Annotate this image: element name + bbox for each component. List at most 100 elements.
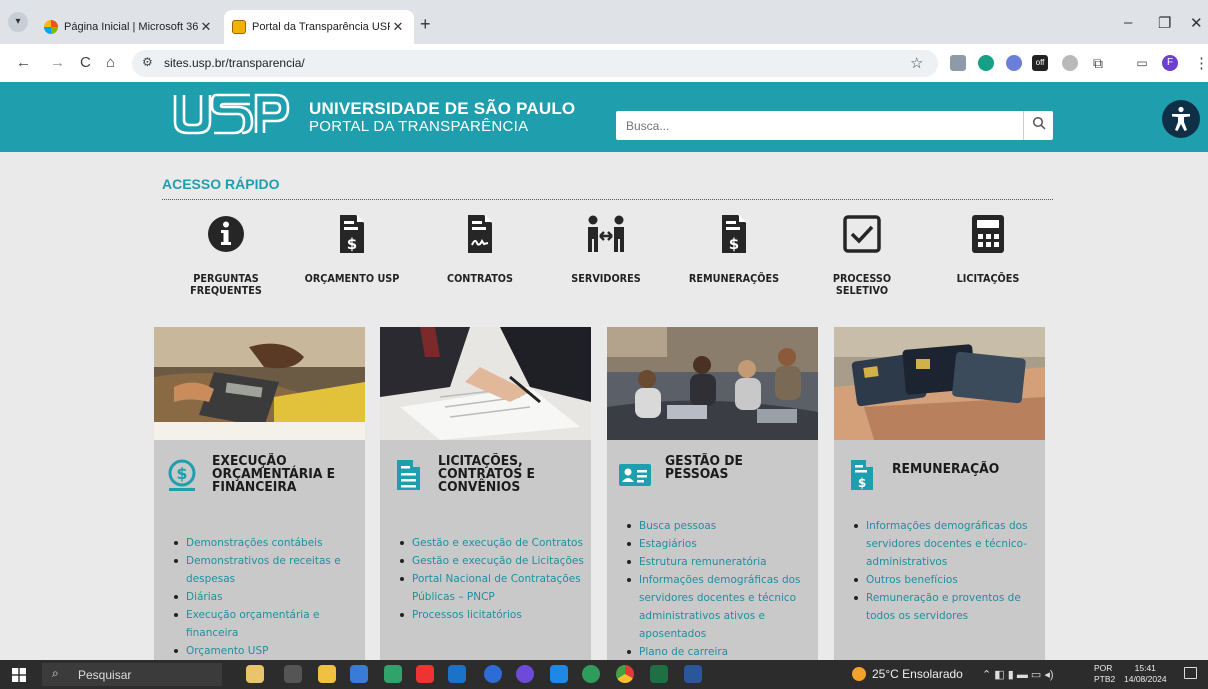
extensions-puzzle-icon[interactable]: ⧉ — [1090, 55, 1106, 71]
svg-text:$: $ — [858, 476, 866, 490]
forward-button[interactable]: → — [50, 54, 65, 71]
minimize-button[interactable]: – — [1124, 14, 1132, 31]
calculator-hands-photo[interactable] — [154, 327, 365, 440]
input-language[interactable]: POR PTB2 — [1094, 663, 1115, 685]
system-tray-icons[interactable]: ⌃ ◧ ▮ ▬ ▭ ◂) — [982, 668, 1054, 681]
windows-start-icon[interactable] — [12, 668, 26, 682]
quick-item-label: CONTRATOS — [446, 272, 514, 285]
app-blue-icon[interactable] — [350, 665, 368, 683]
close-tab-icon[interactable]: ✕ — [198, 19, 214, 35]
app-circle-icon[interactable] — [516, 665, 534, 683]
edge-icon[interactable] — [384, 665, 402, 683]
cast-icon[interactable]: ▭ — [1134, 55, 1150, 71]
file-explorer-icon[interactable] — [318, 665, 336, 683]
quick-item-orcamento-usp[interactable]: $ ORÇAMENTO USP — [292, 212, 412, 285]
tab-portal-transparencia[interactable]: Portal da Transparência USP – U ✕ — [224, 10, 414, 44]
quick-item-label: PROCESSO SELETIVO — [832, 272, 892, 297]
team-meeting-photo[interactable] — [607, 327, 818, 440]
home-button[interactable]: ⌂ — [106, 54, 115, 71]
outlook-icon[interactable] — [448, 665, 466, 683]
app-green-icon[interactable] — [582, 665, 600, 683]
card-title[interactable]: LICITAÇÕES, CONTRATOS E CONVÊNIOS — [438, 455, 535, 494]
link-estagiarios[interactable]: Estagiários — [627, 535, 813, 553]
extension-pen-icon[interactable] — [1062, 55, 1078, 71]
link-orcamento-usp[interactable]: Orçamento USP — [174, 642, 360, 660]
weather-text[interactable]: 25°C Ensolarado — [872, 667, 963, 681]
site-search — [616, 111, 1053, 140]
quick-item-perguntas-frequentes[interactable]: PERGUNTAS FREQUENTES — [166, 212, 286, 297]
link-informacoes-demograficas[interactable]: Informações demográficas dos servidores … — [854, 517, 1040, 571]
widgets-icon[interactable] — [246, 665, 264, 683]
quick-item-remuneracoes[interactable]: $ REMUNERAÇÕES — [674, 212, 794, 285]
card-title[interactable]: REMUNERAÇÃO — [892, 463, 999, 476]
excel-icon[interactable] — [650, 665, 668, 683]
quick-item-servidores[interactable]: SERVIDORES — [546, 212, 666, 285]
card-header: GESTÃO DE PESSOAS — [617, 455, 812, 493]
app-c-icon[interactable] — [484, 665, 502, 683]
todo-icon[interactable] — [550, 665, 568, 683]
reading-list-icon[interactable] — [950, 55, 966, 71]
taskbar-search[interactable]: ⌕ Pesquisar — [42, 663, 222, 686]
link-plano-carreira[interactable]: Plano de carreira — [627, 643, 813, 660]
tab-microsoft365[interactable]: Página Inicial | Microsoft 365 ✕ — [36, 10, 222, 44]
close-tab-icon[interactable]: ✕ — [390, 19, 406, 35]
card-title[interactable]: EXECUÇÃO ORÇAMENTÁRIA E FINANCEIRA — [212, 455, 335, 494]
card-links: Busca pessoas Estagiários Estrutura remu… — [627, 517, 813, 660]
link-estrutura-remuneratoria[interactable]: Estrutura remuneratória — [627, 553, 813, 571]
word-icon[interactable] — [684, 665, 702, 683]
tab-search-button[interactable]: ▾ — [8, 12, 28, 32]
link-informacoes-demograficas[interactable]: Informações demográficas dos servidores … — [627, 571, 813, 643]
id-card-icon — [619, 464, 651, 486]
quick-item-contratos[interactable]: CONTRATOS — [420, 212, 540, 285]
university-name[interactable]: UNIVERSIDADE DE SÃO PAULO — [309, 99, 575, 119]
clock[interactable]: 15:41 14/08/2024 — [1124, 663, 1167, 685]
youtube-icon[interactable] — [416, 665, 434, 683]
link-diarias[interactable]: Diárias — [174, 588, 360, 606]
card-links: Informações demográficas dos servidores … — [854, 517, 1040, 625]
notification-icon[interactable] — [1184, 667, 1197, 679]
task-view-icon[interactable] — [284, 665, 302, 683]
close-window-button[interactable]: ✕ — [1190, 14, 1203, 32]
link-remuneracao-proventos[interactable]: Remuneração e proventos de todos os serv… — [854, 589, 1040, 625]
money-circle-icon: $ — [168, 459, 196, 491]
profile-avatar[interactable]: F — [1162, 55, 1178, 71]
windows-taskbar: ⌕ Pesquisar 25°C Ensolarado ⌃ ◧ ▮ ▬ ▭ ◂)… — [0, 660, 1208, 689]
extension-off-icon[interactable]: off — [1032, 55, 1048, 71]
new-tab-button[interactable]: + — [420, 14, 431, 35]
link-busca-pessoas[interactable]: Busca pessoas — [627, 517, 813, 535]
address-bar[interactable]: ⚙ sites.usp.br/transparencia/ — [132, 50, 938, 77]
usp-logo-icon[interactable] — [172, 92, 290, 136]
extension-a-icon[interactable] — [978, 55, 994, 71]
url-text[interactable]: sites.usp.br/transparencia/ — [164, 56, 305, 70]
portal-name[interactable]: PORTAL DA TRANSPARÊNCIA — [309, 118, 528, 135]
cards-and-money-photo[interactable] — [834, 327, 1045, 440]
chrome-icon[interactable] — [616, 665, 634, 683]
link-gestao-contratos[interactable]: Gestão e execução de Contratos — [400, 534, 586, 552]
reload-button[interactable]: C — [80, 54, 91, 71]
search-input[interactable] — [616, 111, 1016, 140]
contract-signing-photo[interactable] — [380, 327, 591, 440]
search-icon: ⌕ — [52, 666, 59, 680]
checkbox-icon — [843, 215, 881, 253]
site-info-icon[interactable]: ⚙ — [142, 55, 153, 69]
bookmark-star-icon[interactable]: ☆ — [910, 54, 923, 72]
link-gestao-licitacoes[interactable]: Gestão e execução de Licitações — [400, 552, 586, 570]
link-processos-licitatorios[interactable]: Processos licitatórios — [400, 606, 586, 624]
card-links: Gestão e execução de Contratos Gestão e … — [400, 534, 586, 624]
quick-item-licitacoes[interactable]: LICITAÇÕES — [928, 212, 1048, 285]
menu-kebab-icon[interactable]: ⋮ — [1194, 54, 1208, 72]
card-licitacoes-contratos: LICITAÇÕES, CONTRATOS E CONVÊNIOS Gestão… — [380, 327, 591, 660]
svg-text:$: $ — [729, 235, 739, 253]
link-demonstrativos-receitas-despesas[interactable]: Demonstrativos de receitas e despesas — [174, 552, 360, 588]
restore-button[interactable]: ❐ — [1158, 14, 1171, 32]
link-execucao-orcamentaria[interactable]: Execução orçamentária e financeira — [174, 606, 360, 642]
back-button[interactable]: ← — [16, 54, 31, 71]
accessibility-icon[interactable] — [1162, 100, 1200, 138]
link-outros-beneficios[interactable]: Outros benefícios — [854, 571, 1040, 589]
link-pncp[interactable]: Portal Nacional de Contratações Públicas… — [400, 570, 586, 606]
search-icon[interactable] — [1023, 111, 1053, 140]
link-demonstracoes-contabeis[interactable]: Demonstrações contábeis — [174, 534, 360, 552]
extension-gear-icon[interactable] — [1006, 55, 1022, 71]
card-title[interactable]: GESTÃO DE PESSOAS — [665, 455, 743, 481]
quick-item-processo-seletivo[interactable]: PROCESSO SELETIVO — [802, 212, 922, 297]
